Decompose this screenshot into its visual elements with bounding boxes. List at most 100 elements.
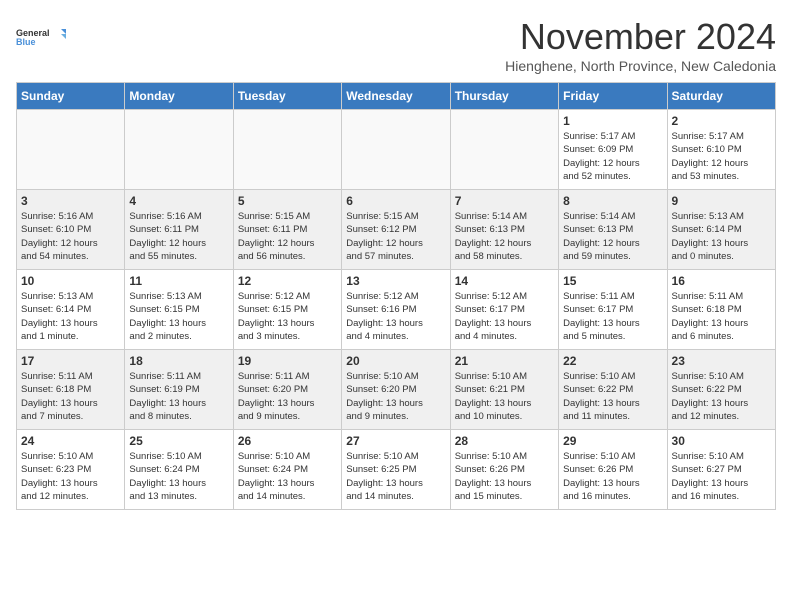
day-info: Sunrise: 5:11 AM Sunset: 6:18 PM Dayligh… [672,290,771,343]
day-number: 27 [346,434,445,448]
day-cell: 28 Sunrise: 5:10 AM Sunset: 6:26 PM Dayli… [450,430,558,510]
day-number: 16 [672,274,771,288]
weekday-sunday: Sunday [17,83,125,110]
day-info: Sunrise: 5:10 AM Sunset: 6:23 PM Dayligh… [21,450,120,503]
day-number: 14 [455,274,554,288]
day-info: Sunrise: 5:10 AM Sunset: 6:21 PM Dayligh… [455,370,554,423]
day-cell: 19 Sunrise: 5:11 AM Sunset: 6:20 PM Dayli… [233,350,341,430]
day-cell: 22 Sunrise: 5:10 AM Sunset: 6:22 PM Dayli… [559,350,667,430]
day-info: Sunrise: 5:11 AM Sunset: 6:18 PM Dayligh… [21,370,120,423]
week-row-5: 24 Sunrise: 5:10 AM Sunset: 6:23 PM Dayli… [17,430,776,510]
day-info: Sunrise: 5:10 AM Sunset: 6:24 PM Dayligh… [238,450,337,503]
day-cell: 26 Sunrise: 5:10 AM Sunset: 6:24 PM Dayli… [233,430,341,510]
day-number: 11 [129,274,228,288]
logo-svg: General Blue [16,16,66,60]
weekday-thursday: Thursday [450,83,558,110]
day-cell: 30Sunrise: 5:10 AM Sunset: 6:27 PM Dayli… [667,430,775,510]
weekday-tuesday: Tuesday [233,83,341,110]
day-cell: 2Sunrise: 5:17 AM Sunset: 6:10 PM Daylig… [667,110,775,190]
svg-text:General: General [16,28,50,38]
day-cell: 12 Sunrise: 5:12 AM Sunset: 6:15 PM Dayli… [233,270,341,350]
day-info: Sunrise: 5:13 AM Sunset: 6:14 PM Dayligh… [21,290,120,343]
day-number: 5 [238,194,337,208]
day-cell: 4 Sunrise: 5:16 AM Sunset: 6:11 PM Daylig… [125,190,233,270]
day-number: 17 [21,354,120,368]
day-number: 1 [563,114,662,128]
day-number: 19 [238,354,337,368]
weekday-wednesday: Wednesday [342,83,450,110]
day-cell [125,110,233,190]
day-cell: 15 Sunrise: 5:11 AM Sunset: 6:17 PM Dayli… [559,270,667,350]
day-number: 9 [672,194,771,208]
day-number: 26 [238,434,337,448]
day-cell: 20Sunrise: 5:10 AM Sunset: 6:20 PM Dayli… [342,350,450,430]
day-cell [17,110,125,190]
week-row-4: 17 Sunrise: 5:11 AM Sunset: 6:18 PM Dayli… [17,350,776,430]
day-cell: 7 Sunrise: 5:14 AM Sunset: 6:13 PM Daylig… [450,190,558,270]
day-number: 15 [563,274,662,288]
day-info: Sunrise: 5:11 AM Sunset: 6:20 PM Dayligh… [238,370,337,423]
day-info: Sunrise: 5:10 AM Sunset: 6:22 PM Dayligh… [563,370,662,423]
logo: General Blue [16,16,66,60]
month-title: November 2024 [505,16,776,58]
day-info: Sunrise: 5:16 AM Sunset: 6:11 PM Dayligh… [129,210,228,263]
day-number: 22 [563,354,662,368]
day-info: Sunrise: 5:10 AM Sunset: 6:27 PM Dayligh… [672,450,771,503]
day-cell: 9 Sunrise: 5:13 AM Sunset: 6:14 PM Daylig… [667,190,775,270]
day-cell [233,110,341,190]
day-info: Sunrise: 5:11 AM Sunset: 6:19 PM Dayligh… [129,370,228,423]
day-number: 13 [346,274,445,288]
day-info: Sunrise: 5:10 AM Sunset: 6:22 PM Dayligh… [672,370,771,423]
day-info: Sunrise: 5:14 AM Sunset: 6:13 PM Dayligh… [455,210,554,263]
page-header: General Blue November 2024 Hienghene, No… [16,16,776,74]
week-row-1: 1 Sunrise: 5:17 AM Sunset: 6:09 PM Daylig… [17,110,776,190]
day-number: 18 [129,354,228,368]
day-cell: 17 Sunrise: 5:11 AM Sunset: 6:18 PM Dayli… [17,350,125,430]
day-cell: 1 Sunrise: 5:17 AM Sunset: 6:09 PM Daylig… [559,110,667,190]
day-info: Sunrise: 5:13 AM Sunset: 6:14 PM Dayligh… [672,210,771,263]
day-cell [342,110,450,190]
day-number: 24 [21,434,120,448]
day-cell: 8 Sunrise: 5:14 AM Sunset: 6:13 PM Daylig… [559,190,667,270]
weekday-monday: Monday [125,83,233,110]
day-cell: 24 Sunrise: 5:10 AM Sunset: 6:23 PM Dayli… [17,430,125,510]
day-number: 12 [238,274,337,288]
day-cell: 5Sunrise: 5:15 AM Sunset: 6:11 PM Daylig… [233,190,341,270]
weekday-saturday: Saturday [667,83,775,110]
calendar-table: SundayMondayTuesdayWednesdayThursdayFrid… [16,82,776,510]
day-number: 8 [563,194,662,208]
day-cell: 11 Sunrise: 5:13 AM Sunset: 6:15 PM Dayli… [125,270,233,350]
day-info: Sunrise: 5:10 AM Sunset: 6:25 PM Dayligh… [346,450,445,503]
day-cell [450,110,558,190]
day-info: Sunrise: 5:10 AM Sunset: 6:20 PM Dayligh… [346,370,445,423]
day-cell: 13 Sunrise: 5:12 AM Sunset: 6:16 PM Dayli… [342,270,450,350]
day-number: 29 [563,434,662,448]
day-cell: 23 Sunrise: 5:10 AM Sunset: 6:22 PM Dayli… [667,350,775,430]
day-info: Sunrise: 5:12 AM Sunset: 6:16 PM Dayligh… [346,290,445,343]
day-info: Sunrise: 5:10 AM Sunset: 6:24 PM Dayligh… [129,450,228,503]
title-block: November 2024 Hienghene, North Province,… [505,16,776,74]
day-info: Sunrise: 5:12 AM Sunset: 6:15 PM Dayligh… [238,290,337,343]
day-cell: 18 Sunrise: 5:11 AM Sunset: 6:19 PM Dayli… [125,350,233,430]
day-info: Sunrise: 5:12 AM Sunset: 6:17 PM Dayligh… [455,290,554,343]
svg-text:Blue: Blue [16,37,36,47]
day-cell: 16 Sunrise: 5:11 AM Sunset: 6:18 PM Dayli… [667,270,775,350]
day-info: Sunrise: 5:13 AM Sunset: 6:15 PM Dayligh… [129,290,228,343]
day-info: Sunrise: 5:11 AM Sunset: 6:17 PM Dayligh… [563,290,662,343]
day-number: 3 [21,194,120,208]
weekday-friday: Friday [559,83,667,110]
day-number: 4 [129,194,228,208]
day-cell: 6Sunrise: 5:15 AM Sunset: 6:12 PM Daylig… [342,190,450,270]
day-info: Sunrise: 5:16 AM Sunset: 6:10 PM Dayligh… [21,210,120,263]
week-row-2: 3 Sunrise: 5:16 AM Sunset: 6:10 PM Daylig… [17,190,776,270]
day-number: 7 [455,194,554,208]
day-cell: 27 Sunrise: 5:10 AM Sunset: 6:25 PM Dayli… [342,430,450,510]
day-number: 6 [346,194,445,208]
location-subtitle: Hienghene, North Province, New Caledonia [505,58,776,74]
day-number: 28 [455,434,554,448]
day-info: Sunrise: 5:17 AM Sunset: 6:10 PM Dayligh… [672,130,771,183]
day-info: Sunrise: 5:10 AM Sunset: 6:26 PM Dayligh… [455,450,554,503]
day-info: Sunrise: 5:14 AM Sunset: 6:13 PM Dayligh… [563,210,662,263]
day-number: 23 [672,354,771,368]
day-info: Sunrise: 5:17 AM Sunset: 6:09 PM Dayligh… [563,130,662,183]
